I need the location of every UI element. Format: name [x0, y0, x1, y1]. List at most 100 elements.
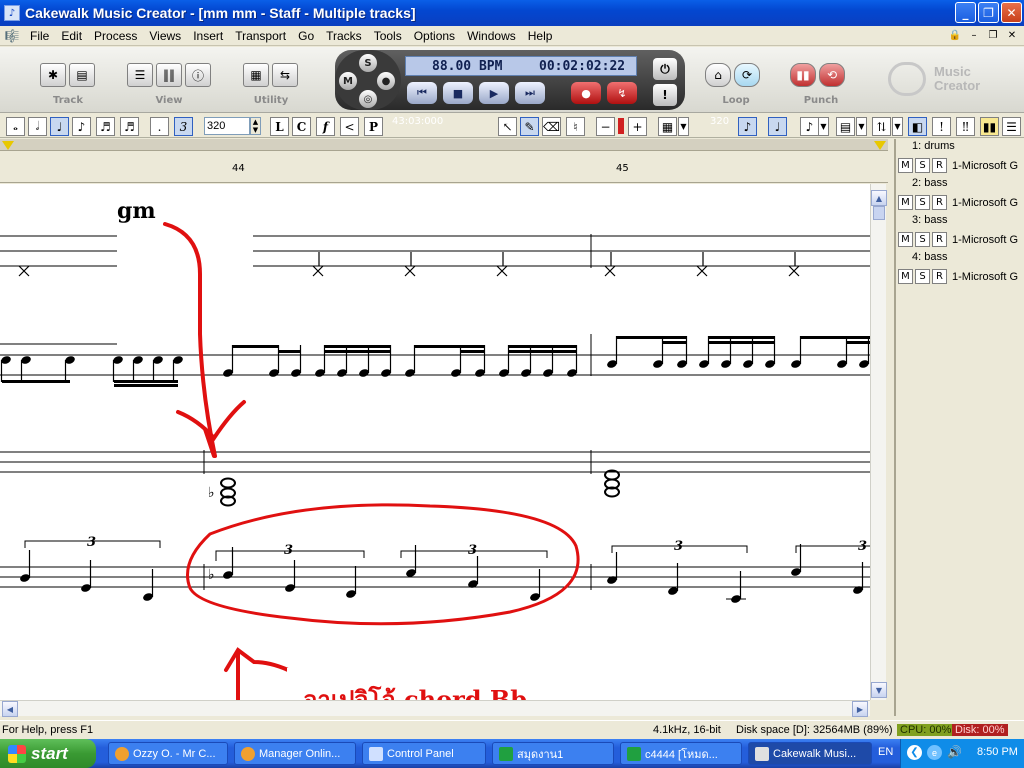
- note-type-dropdown-icon[interactable]: ▼: [818, 117, 829, 136]
- speaker-tray-icon[interactable]: 🔊: [947, 745, 962, 759]
- expression-button[interactable]: f: [316, 117, 335, 136]
- menu-insert[interactable]: Insert: [187, 29, 229, 43]
- track-name[interactable]: 4: bass: [912, 251, 947, 263]
- duration-spinner[interactable]: ▲ ▼: [250, 117, 261, 135]
- piano-keys-icon[interactable]: ♪: [4, 5, 20, 21]
- track-output[interactable]: 1-Microsoft G: [952, 197, 1018, 209]
- snap-icon[interactable]: ▦: [243, 63, 269, 87]
- scroll-thumb[interactable]: [873, 206, 885, 220]
- transpose-icon[interactable]: ⇅: [872, 117, 891, 136]
- zoom-level-bar[interactable]: [618, 118, 624, 134]
- punch-toggle-icon[interactable]: ⟲: [819, 63, 845, 87]
- lock-icon[interactable]: 🔒: [947, 28, 963, 43]
- scrub-tool-icon[interactable]: ♮: [566, 117, 585, 136]
- solo-button[interactable]: S: [915, 269, 930, 284]
- erase-tool-icon[interactable]: ⌫: [542, 117, 561, 136]
- whole-note-icon[interactable]: 𝅝: [6, 117, 25, 136]
- record-arm-dot-icon[interactable]: ●: [377, 72, 395, 90]
- menu-tracks[interactable]: Tracks: [320, 29, 368, 43]
- fretboard-icon[interactable]: ☰: [1002, 117, 1021, 136]
- panic-icon[interactable]: !: [653, 84, 677, 106]
- stop-button[interactable]: ■: [443, 82, 473, 104]
- grid-dropdown-icon[interactable]: ▼: [678, 117, 689, 136]
- taskbar-item[interactable]: Control Panel: [362, 742, 486, 765]
- mute-button[interactable]: M: [898, 158, 913, 173]
- time-display[interactable]: 88.00 BPM 00:02:02:22: [405, 56, 637, 76]
- play-button[interactable]: ▶: [479, 82, 509, 104]
- loop-end-marker-icon[interactable]: [874, 141, 886, 150]
- time-readout[interactable]: 00:02:02:22: [539, 59, 625, 74]
- console-view-icon[interactable]: ‖‖: [156, 63, 182, 87]
- loop-settings-icon[interactable]: ⌂: [705, 63, 731, 87]
- mute-button[interactable]: M: [898, 195, 913, 210]
- note-type-icon[interactable]: ♪: [800, 117, 819, 136]
- hairpin-button[interactable]: <: [340, 117, 359, 136]
- layout-dropdown-icon[interactable]: ▼: [856, 117, 867, 136]
- loop-start-marker-icon[interactable]: [2, 141, 14, 150]
- record-button[interactable]: ●: [571, 82, 601, 104]
- restore-button[interactable]: ❐: [978, 2, 999, 23]
- track-output[interactable]: 1-Microsoft G: [952, 160, 1018, 172]
- transpose-dropdown-icon[interactable]: ▼: [892, 117, 903, 136]
- sixteenth-note-icon[interactable]: ♬: [96, 117, 115, 136]
- triplet-button[interactable]: 3: [174, 117, 193, 136]
- horizontal-scrollbar[interactable]: ◀ ▶: [0, 700, 870, 717]
- taskbar-item[interactable]: Ozzy O. - Mr C...: [108, 742, 228, 765]
- time-ruler[interactable]: 44 45: [0, 139, 888, 184]
- arm-button[interactable]: R: [932, 195, 947, 210]
- track-name[interactable]: 2: bass: [912, 177, 947, 189]
- taskbar-item[interactable]: สมุดงาน1: [492, 742, 614, 765]
- chord-symbol[interactable]: gm: [117, 198, 156, 224]
- arm-button[interactable]: R: [932, 269, 947, 284]
- solo-button[interactable]: S: [915, 158, 930, 173]
- tempo-readout[interactable]: 88.00 BPM: [432, 59, 502, 74]
- vertical-scrollbar[interactable]: ▲ ▼: [870, 184, 887, 700]
- scroll-down-icon[interactable]: ▼: [871, 682, 887, 698]
- track-pane-icon[interactable]: ◧: [908, 117, 927, 136]
- chord-button[interactable]: C: [292, 117, 311, 136]
- power-icon[interactable]: ⏻: [653, 58, 677, 80]
- mdi-minimize-button[interactable]: –: [966, 28, 982, 43]
- taskbar-item-active[interactable]: Cakewalk Musi...: [748, 742, 872, 765]
- track-view-icon[interactable]: ☰: [127, 63, 153, 87]
- solo-button[interactable]: S: [915, 195, 930, 210]
- speaker-icon[interactable]: ◎: [359, 90, 377, 108]
- quarter-note-icon[interactable]: ♩: [50, 117, 69, 136]
- start-button[interactable]: start: [0, 739, 96, 768]
- tray-back-icon[interactable]: ❮: [907, 745, 922, 760]
- menu-edit[interactable]: Edit: [55, 29, 88, 43]
- marker-band[interactable]: [0, 139, 888, 151]
- grid-icon[interactable]: ▦: [658, 117, 677, 136]
- half-note-icon[interactable]: 𝅗𝅥: [28, 117, 47, 136]
- layout-icon[interactable]: ▤: [836, 117, 855, 136]
- track-name[interactable]: 1: drums: [912, 140, 955, 152]
- menu-windows[interactable]: Windows: [461, 29, 522, 43]
- track-name[interactable]: 3: bass: [912, 214, 947, 226]
- arm-button[interactable]: R: [932, 232, 947, 247]
- punch-settings-icon[interactable]: ▮▮: [790, 63, 816, 87]
- select-tool-icon[interactable]: ↖: [498, 117, 517, 136]
- menu-transport[interactable]: Transport: [229, 29, 292, 43]
- staff-canvas[interactable]: ♭ 3 3 3 3 3 ♭ gm _ อาเปจิโอ้ chord Bb: [0, 184, 870, 700]
- inspector-icon[interactable]: ⓘ: [185, 63, 211, 87]
- mute-button[interactable]: M: [898, 232, 913, 247]
- mute-button[interactable]: M: [898, 269, 913, 284]
- zoom-in-icon[interactable]: +: [628, 117, 647, 136]
- go-to-end-button[interactable]: ⏭: [515, 82, 545, 104]
- zoom-out-icon[interactable]: −: [596, 117, 615, 136]
- track-output[interactable]: 1-Microsoft G: [952, 234, 1018, 246]
- duration-input[interactable]: [204, 117, 250, 135]
- thirty-second-note-icon[interactable]: ♬: [120, 117, 139, 136]
- minimize-button[interactable]: _: [955, 2, 976, 23]
- track-insert-icon[interactable]: ✱: [40, 63, 66, 87]
- solo-button[interactable]: S: [359, 54, 377, 72]
- pedal-button[interactable]: P: [364, 117, 383, 136]
- document-icon[interactable]: 🎼: [4, 28, 20, 44]
- taskbar-item[interactable]: Manager Onlin...: [234, 742, 356, 765]
- menu-help[interactable]: Help: [522, 29, 559, 43]
- menu-process[interactable]: Process: [88, 29, 143, 43]
- dotted-note-button[interactable]: .: [150, 117, 169, 136]
- arrows-icon[interactable]: ⇆: [272, 63, 298, 87]
- track-properties-icon[interactable]: ▤: [69, 63, 95, 87]
- menu-go[interactable]: Go: [292, 29, 320, 43]
